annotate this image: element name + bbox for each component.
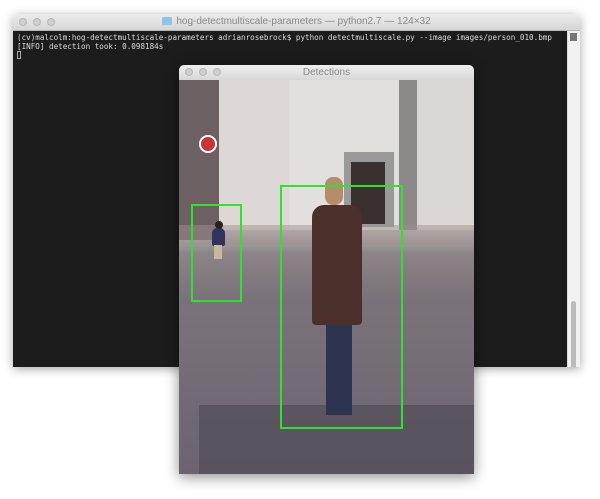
scrollbar[interactable] [567,31,580,367]
detection-box [191,204,242,302]
terminal-line: (cv)malcolm:hog-detectmultiscale-paramet… [17,33,552,42]
detection-image [179,80,474,474]
building [417,80,474,230]
scrollbar-thumb[interactable] [571,301,576,367]
detections-window: Detections [179,65,474,474]
terminal-line: [INFO] detection took: 0.098184s [17,42,164,51]
folder-icon [162,17,173,25]
scroll-icon [570,33,577,41]
detection-box [280,185,403,429]
detections-title: Detections [302,67,351,78]
terminal-title-bar: hog-detectmultiscale-parameters — python… [13,14,580,31]
detections-title-bar: Detections [179,65,474,80]
terminal-cursor [17,51,21,59]
sign [199,135,217,153]
terminal-title: hog-detectmultiscale-parameters — python… [176,16,431,27]
